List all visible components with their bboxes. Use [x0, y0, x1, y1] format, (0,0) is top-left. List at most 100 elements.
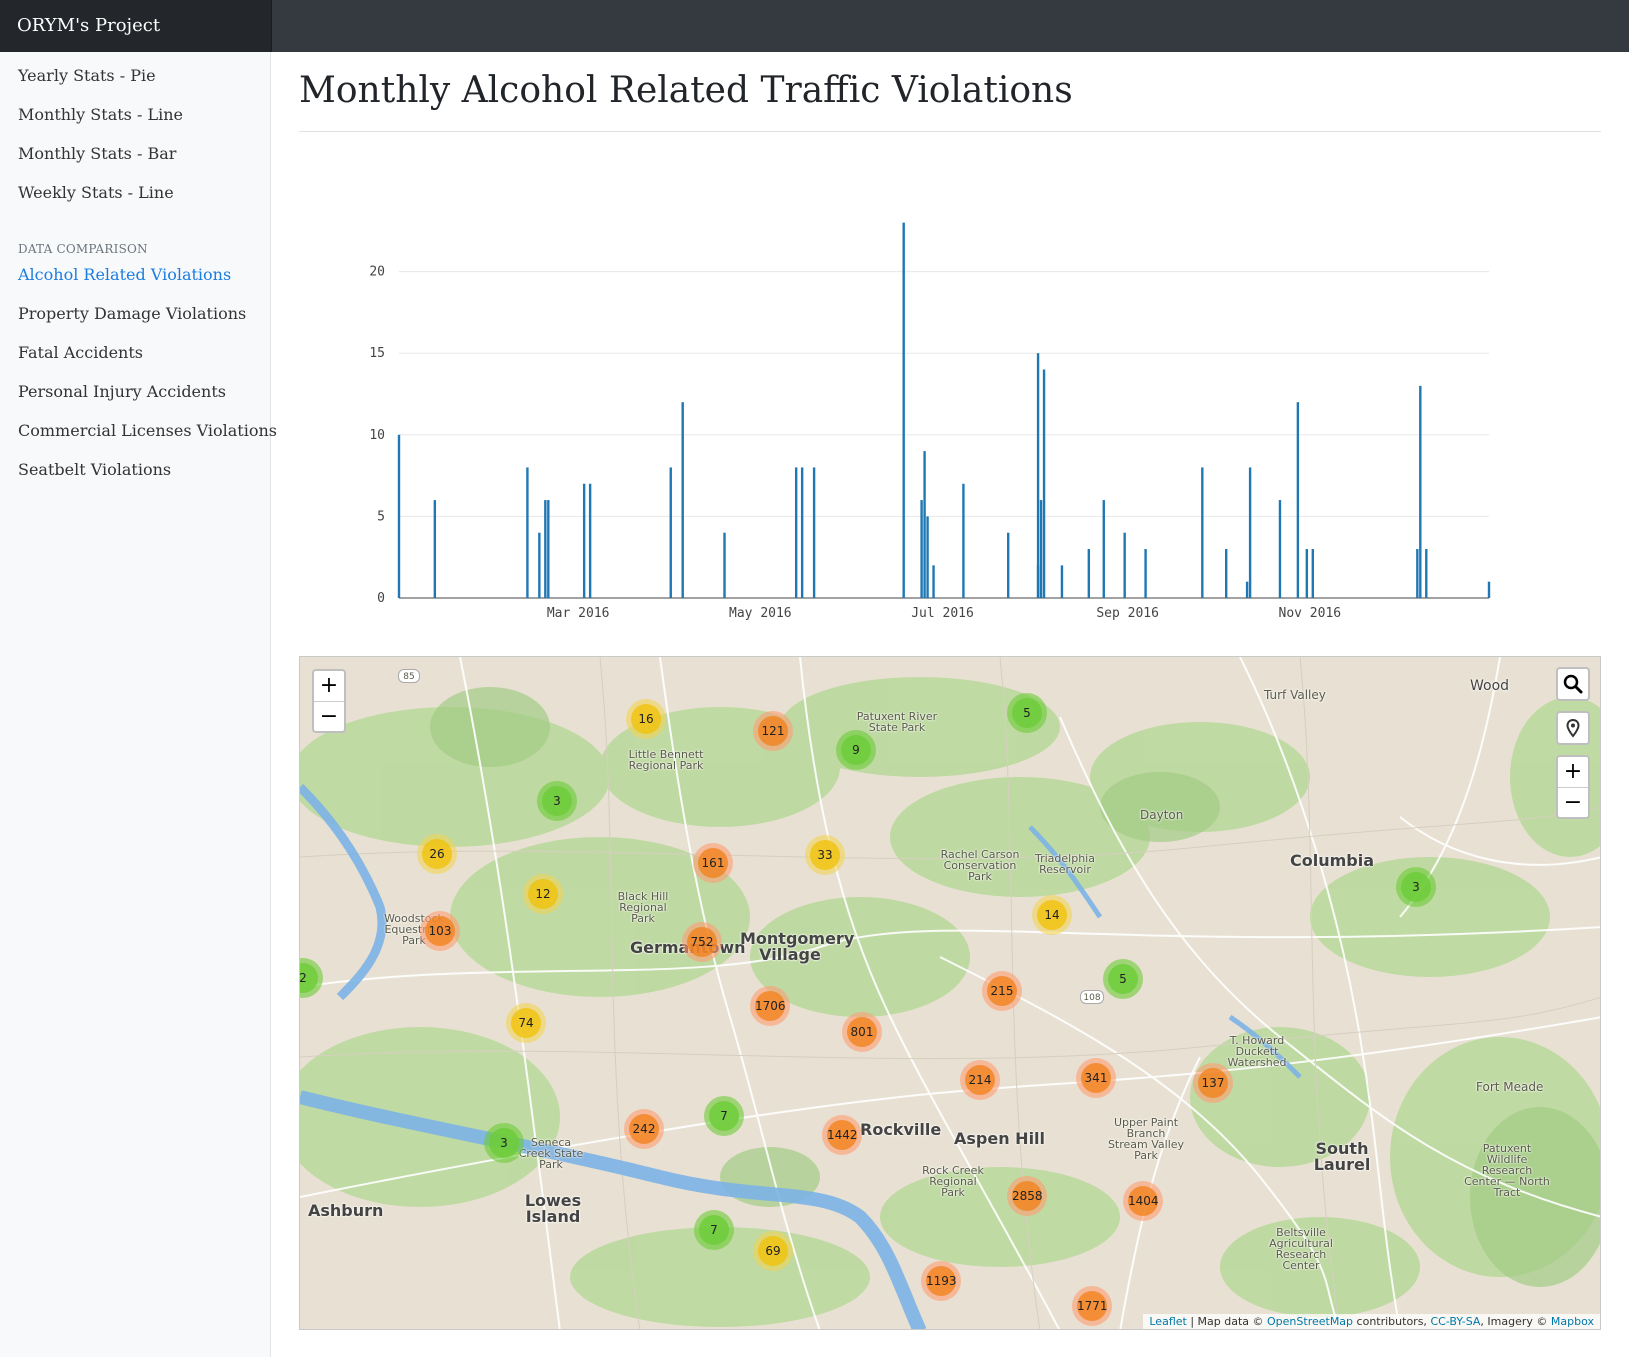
marker-cluster[interactable]: 69 [753, 1231, 793, 1271]
marker-cluster[interactable]: 137 [1193, 1063, 1233, 1103]
marker-cluster[interactable]: 9 [836, 730, 876, 770]
cluster-count: 74 [511, 1008, 541, 1038]
zoom-out-button[interactable]: − [1558, 787, 1588, 817]
chart-bar [544, 500, 547, 598]
cluster-count: 33 [810, 840, 840, 870]
sidebar-item-personal-injury[interactable]: Personal Injury Accidents [18, 382, 226, 401]
chart-bar [1036, 565, 1040, 598]
marker-cluster[interactable]: 801 [842, 1012, 882, 1052]
marker-cluster[interactable]: 3 [1396, 867, 1436, 907]
cluster-count: 341 [1081, 1063, 1111, 1093]
place-label: Turf Valley [1264, 688, 1326, 702]
marker-cluster[interactable]: 14 [1032, 895, 1072, 935]
map-zoom-control-right: + − [1556, 755, 1590, 819]
zoom-in-button[interactable]: + [314, 671, 344, 701]
place-label: Columbia [1290, 851, 1375, 870]
brand-link[interactable]: ORYM's Project [0, 0, 272, 52]
chart-bar [812, 467, 816, 598]
zoom-out-button[interactable]: − [314, 701, 344, 731]
marker-cluster[interactable]: 341 [1076, 1058, 1116, 1098]
cluster-count: 215 [987, 976, 1017, 1006]
cluster-count: 26 [422, 839, 452, 869]
chart-bar [1102, 500, 1105, 598]
marker-cluster[interactable]: 242 [624, 1109, 664, 1149]
chart-bar [1419, 385, 1422, 598]
sidebar-item-seatbelt[interactable]: Seatbelt Violations [18, 460, 171, 479]
marker-cluster[interactable]: 7 [704, 1096, 744, 1136]
cluster-count: 214 [965, 1065, 995, 1095]
marker-cluster[interactable]: 74 [506, 1003, 546, 1043]
place-label: Montgomery Village [740, 929, 855, 964]
sidebar-item-weekly-line[interactable]: Weekly Stats - Line [18, 183, 174, 202]
marker-cluster[interactable]: 752 [682, 922, 722, 962]
zoom-in-button[interactable]: + [1558, 757, 1588, 787]
chart-bar [1278, 500, 1282, 598]
cluster-count: 1771 [1077, 1291, 1108, 1321]
map-search-button[interactable] [1556, 667, 1590, 701]
y-tick-label: 10 [369, 428, 385, 443]
leaflet-link[interactable]: Leaflet [1149, 1315, 1186, 1328]
chart-bar [526, 467, 529, 598]
marker-cluster[interactable]: 7 [694, 1210, 734, 1250]
violations-map[interactable]: Germantown Montgomery Village Columbia A… [299, 656, 1601, 1330]
marker-cluster[interactable]: 3 [537, 781, 577, 821]
place-label: T. Howard Duckett Watershed [1227, 1034, 1287, 1069]
place-label: Beltsville Agricultural Research Center [1269, 1226, 1333, 1272]
license-link[interactable]: CC-BY-SA [1430, 1315, 1480, 1328]
y-tick-label: 15 [369, 346, 385, 361]
marker-cluster[interactable]: 3 [484, 1123, 524, 1163]
x-tick-label: Nov 2016 [1279, 606, 1342, 621]
place-label: Dayton [1140, 808, 1184, 822]
marker-cluster[interactable]: 121 [753, 711, 793, 751]
y-tick-label: 0 [377, 591, 385, 606]
sidebar-item-monthly-line[interactable]: Monthly Stats - Line [18, 105, 183, 124]
osm-link[interactable]: OpenStreetMap [1267, 1315, 1353, 1328]
x-tick-label: Sep 2016 [1096, 606, 1159, 621]
marker-cluster[interactable]: 215 [982, 971, 1022, 1011]
place-label: Rock Creek Regional Park [922, 1164, 984, 1199]
chart-bar [923, 451, 926, 598]
sidebar-item-yearly-pie[interactable]: Yearly Stats - Pie [18, 66, 156, 85]
chart-bar [1201, 467, 1204, 598]
cluster-count: 2 [300, 963, 318, 993]
chart-bar [1425, 549, 1428, 598]
marker-cluster[interactable]: 33 [805, 835, 845, 875]
page-title: Monthly Alcohol Related Traffic Violatio… [299, 70, 1073, 111]
cluster-count: 103 [425, 916, 455, 946]
sidebar-item-fatal-accidents[interactable]: Fatal Accidents [18, 343, 143, 362]
marker-cluster[interactable]: 161 [693, 843, 733, 883]
cluster-count: 3 [489, 1128, 519, 1158]
map-attribution: Leaflet | Map data © OpenStreetMap contr… [1143, 1314, 1600, 1329]
chart-bar [1245, 581, 1249, 598]
chart-bar [669, 467, 672, 598]
marker-cluster[interactable]: 1404 [1123, 1181, 1163, 1221]
marker-cluster[interactable]: 5 [1007, 693, 1047, 733]
cluster-count: 801 [847, 1017, 877, 1047]
sidebar-item-property-damage[interactable]: Property Damage Violations [18, 304, 246, 323]
marker-cluster[interactable]: 12 [523, 874, 563, 914]
chart-bar [1305, 549, 1309, 598]
sidebar-item-monthly-bar[interactable]: Monthly Stats - Bar [18, 144, 176, 163]
mapbox-link[interactable]: Mapbox [1551, 1315, 1594, 1328]
attribution-text: contributors, [1353, 1315, 1431, 1328]
marker-cluster[interactable]: 1193 [921, 1261, 961, 1301]
marker-icon [1566, 718, 1580, 738]
chart-bar [1039, 500, 1043, 598]
place-label: Little Bennett Regional Park [628, 748, 704, 772]
marker-cluster[interactable]: 5 [1103, 959, 1143, 999]
marker-cluster[interactable]: 103 [420, 911, 460, 951]
cluster-count: 14 [1037, 900, 1067, 930]
chart-bar [932, 565, 935, 598]
sidebar-item-alcohol[interactable]: Alcohol Related Violations [18, 265, 231, 284]
marker-cluster[interactable]: 1706 [750, 986, 790, 1026]
sidebar-item-commercial-licenses[interactable]: Commercial Licenses Violations [18, 421, 277, 440]
marker-cluster[interactable]: 214 [960, 1060, 1000, 1100]
chart-bar [1087, 549, 1091, 598]
marker-cluster[interactable]: 1442 [822, 1115, 862, 1155]
marker-cluster[interactable]: 26 [417, 834, 457, 874]
marker-cluster[interactable]: 1771 [1072, 1286, 1112, 1326]
map-locate-button[interactable] [1556, 711, 1590, 745]
marker-cluster[interactable]: 16 [626, 699, 666, 739]
marker-cluster[interactable]: 2858 [1007, 1176, 1047, 1216]
map-tiles[interactable] [300, 657, 1601, 1330]
